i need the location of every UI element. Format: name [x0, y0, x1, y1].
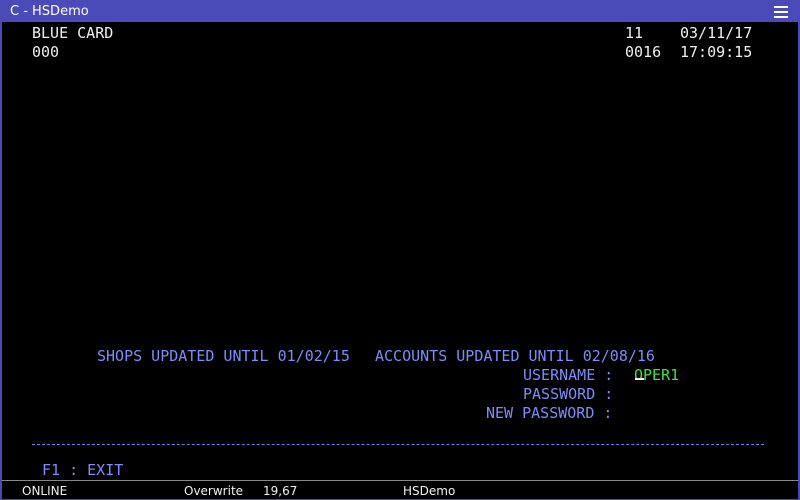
date-display: 03/11/17 — [680, 24, 753, 42]
password-label: PASSWORD : — [523, 385, 614, 403]
text-cursor — [635, 378, 644, 380]
f1-exit-key[interactable]: F1 : EXIT — [42, 461, 123, 480]
username-input[interactable] — [634, 366, 784, 385]
status-bar: ONLINE Overwrite 19,67 HSDemo — [2, 480, 798, 499]
new-password-label: NEW PASSWORD : — [486, 404, 613, 422]
window-title: C - HSDemo — [10, 4, 89, 19]
connection-state: ONLINE — [22, 484, 68, 498]
title-bar: C - HSDemo — [2, 2, 798, 22]
input-mode: Overwrite — [184, 484, 244, 498]
terminal-window: C - HSDemo BLUE CARD 000 11 03/11/17 001… — [0, 0, 800, 500]
app-code: 000 — [32, 43, 60, 61]
cursor-position: 19,67 — [263, 484, 298, 498]
session-number: 0016 — [625, 43, 662, 61]
username-label: USERNAME : — [523, 366, 614, 384]
separator-line — [32, 444, 764, 445]
host-name: HSDemo — [403, 484, 456, 498]
terminal-id: 11 — [625, 24, 644, 42]
time-display: 17:09:15 — [680, 43, 753, 61]
terminal-screen[interactable]: BLUE CARD 000 11 03/11/17 0016 17:09:15 … — [2, 22, 798, 480]
password-input[interactable] — [634, 385, 784, 404]
hamburger-menu-icon[interactable] — [774, 6, 788, 18]
accounts-updated-text: ACCOUNTS UPDATED UNTIL 02/08/16 — [375, 347, 655, 365]
new-password-input[interactable] — [634, 404, 784, 423]
app-name: BLUE CARD — [32, 24, 114, 42]
shops-updated-text: SHOPS UPDATED UNTIL 01/02/15 — [97, 347, 350, 365]
